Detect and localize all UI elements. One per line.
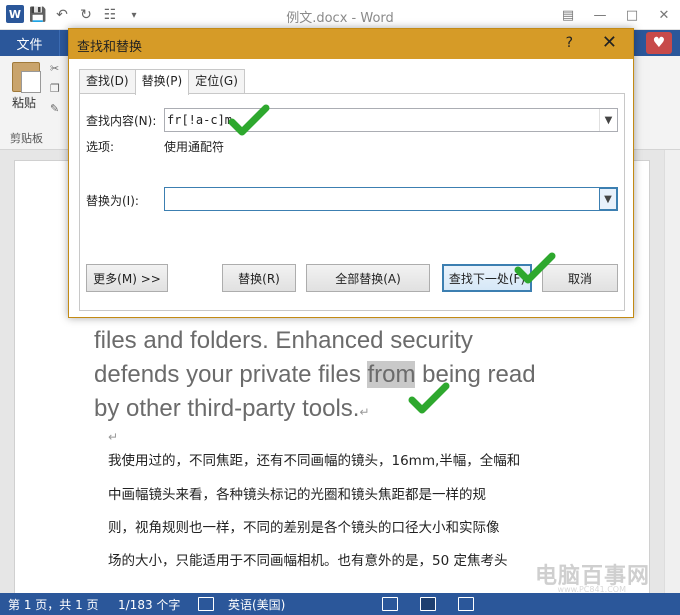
english-line: files and folders. Enhanced security	[94, 327, 473, 354]
account-icon[interactable]: ♥	[646, 32, 672, 54]
clipboard-group-label: 剪贴板	[10, 132, 43, 145]
paste-icon[interactable]	[12, 62, 41, 93]
copy-icon[interactable]: ❐	[50, 82, 64, 96]
replace-all-button[interactable]: 全部替换(A)	[306, 264, 430, 292]
ribbon-display-icon[interactable]: ▤	[552, 0, 584, 30]
paragraph-mark-icon: ↵	[359, 405, 370, 419]
file-tab[interactable]: 文件	[0, 30, 60, 56]
proofing-icon[interactable]	[198, 597, 214, 611]
chinese-line: 场的大小，只能适用于不同画幅相机。也有意外的是，50 定焦考头	[108, 553, 508, 569]
paste-label[interactable]: 粘贴	[12, 94, 36, 111]
green-check-icon	[408, 382, 450, 414]
replace-with-combo[interactable]: ▼	[164, 187, 618, 211]
close-window-icon[interactable]: ✕	[648, 0, 680, 30]
maximize-icon[interactable]: □	[616, 0, 648, 30]
help-icon[interactable]: ?	[566, 35, 573, 51]
dialog-title: 查找和替换	[77, 40, 143, 55]
cut-icon[interactable]: ✂	[50, 62, 64, 76]
chinese-line: 我使用过的，不同焦距，还有不同画幅的镜头，16mm,半幅，全幅和	[108, 453, 521, 469]
status-bar: 第 1 页，共 1 页 1/183 个字 英语(美国)	[0, 593, 680, 615]
english-paragraph: files and folders. Enhanced security def…	[94, 324, 564, 429]
dialog-tabs: 查找(D) 替换(P) 定位(G)	[79, 69, 245, 95]
vertical-scrollbar[interactable]	[664, 150, 680, 593]
format-painter-icon[interactable]: ✎	[50, 102, 64, 116]
window-controls: ▤ — □ ✕	[552, 0, 680, 30]
find-what-label: 查找内容(N):	[86, 114, 157, 128]
replace-with-label: 替换为(I):	[86, 194, 139, 208]
chinese-line: 则，视角规则也一样，不同的差别是各个镜头的口径大小和实际像	[108, 520, 500, 536]
english-line: defends your private files from being re…	[94, 361, 536, 388]
read-mode-icon[interactable]	[382, 597, 398, 611]
english-line: by other third-party tools.↵	[94, 395, 370, 422]
replace-with-input[interactable]	[167, 190, 587, 208]
replace-button[interactable]: 替换(R)	[222, 264, 296, 292]
minimize-icon[interactable]: —	[584, 0, 616, 30]
green-check-icon	[228, 104, 270, 136]
options-value: 使用通配符	[164, 140, 225, 154]
options-label: 选项:	[86, 140, 115, 154]
tab-goto[interactable]: 定位(G)	[188, 69, 245, 93]
chinese-line: 中画幅镜头来看，各种镜头标记的光圈和镜头焦距都是一样的规	[108, 487, 486, 503]
tab-replace[interactable]: 替换(P)	[134, 69, 190, 95]
chevron-down-icon[interactable]: ▼	[599, 109, 617, 131]
language-status[interactable]: 英语(美国)	[228, 596, 285, 613]
green-check-icon	[514, 252, 556, 284]
dialog-title-bar: 查找和替换 ? ✕	[69, 29, 633, 59]
print-layout-icon[interactable]	[420, 597, 436, 611]
page-count[interactable]: 第 1 页，共 1 页	[8, 596, 99, 613]
web-layout-icon[interactable]	[458, 597, 474, 611]
tab-find[interactable]: 查找(D)	[79, 69, 136, 93]
word-count[interactable]: 1/183 个字	[118, 596, 180, 613]
more-button[interactable]: 更多(M) >>	[86, 264, 168, 292]
dialog-close-icon[interactable]: ✕	[602, 32, 617, 53]
chevron-down-icon[interactable]: ▼	[599, 188, 617, 210]
paragraph-mark-icon: ↵	[108, 430, 119, 444]
title-bar: W 💾 ↶ ↻ ☷ ▾ 例文.docx - Word ▤ — □ ✕	[0, 0, 680, 30]
